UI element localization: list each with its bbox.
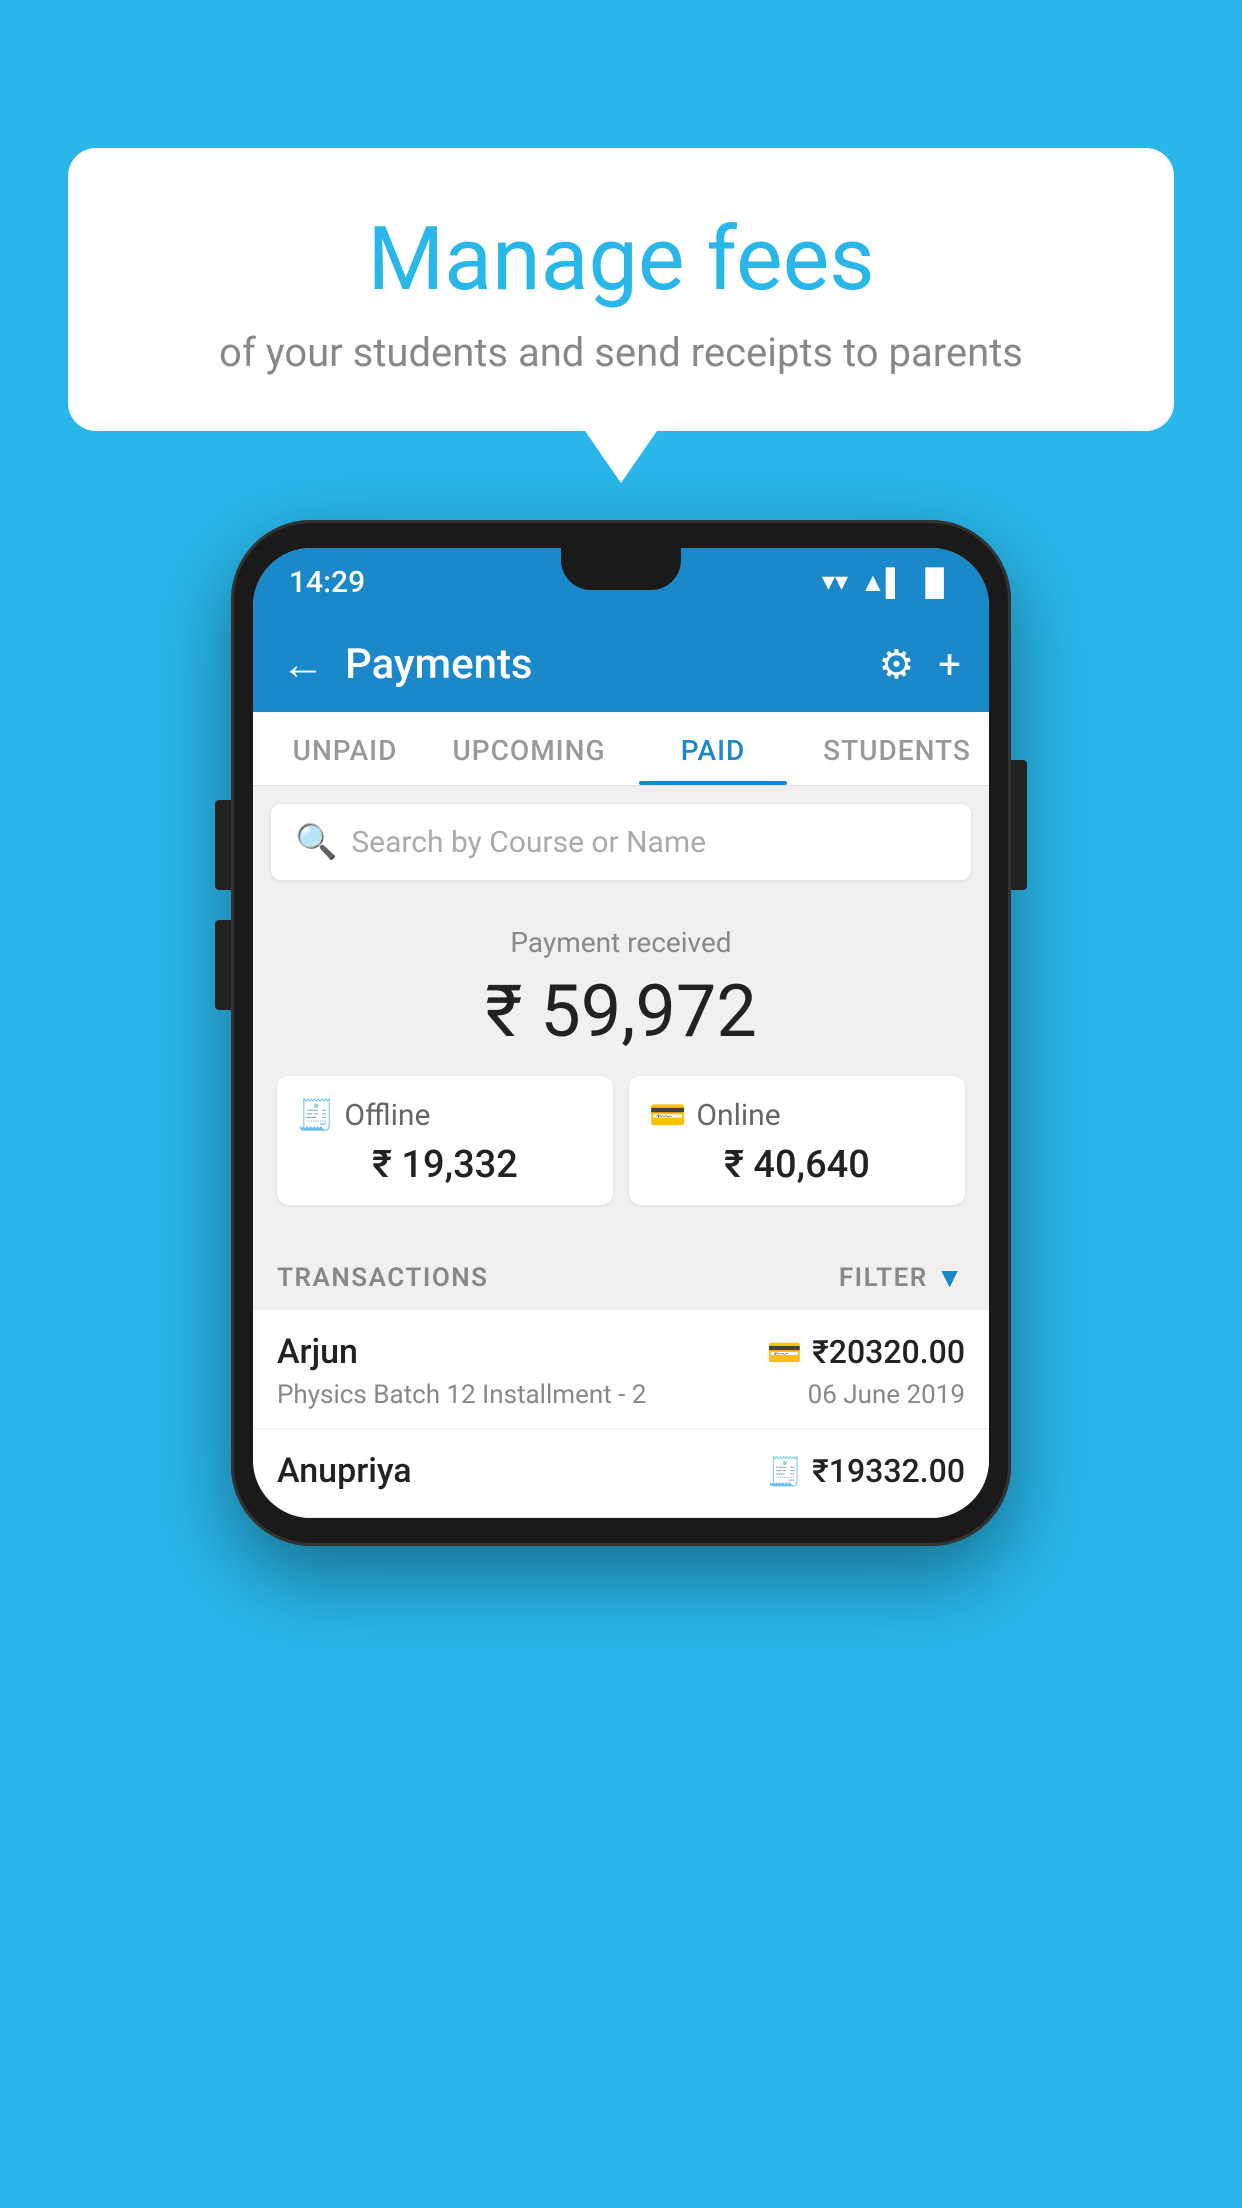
status-icons: ▾▾ ▲▌ ▐▌ [822,567,953,598]
transaction-course: Physics Batch 12 Installment - 2 [277,1380,646,1410]
notch [561,548,681,590]
filter-label: FILTER [839,1263,928,1293]
tab-students[interactable]: STUDENTS [805,712,989,785]
filter-button[interactable]: FILTER ▼ [839,1261,965,1294]
payment-summary: Payment received ₹ 59,972 🧾 Offline ₹ 19… [253,898,989,1245]
tab-bar: UNPAID UPCOMING PAID STUDENTS [253,712,989,786]
offline-card: 🧾 Offline ₹ 19,332 [277,1076,613,1205]
status-bar: 14:29 ▾▾ ▲▌ ▐▌ [253,548,989,616]
offline-label: Offline [344,1098,430,1133]
payment-cards: 🧾 Offline ₹ 19,332 💳 Online ₹ 40,640 [277,1076,965,1225]
offline-amount: ₹ 19,332 [297,1143,593,1187]
transaction-amount-wrap: 🧾 ₹19332.00 [767,1452,965,1490]
tab-unpaid[interactable]: UNPAID [253,712,437,785]
signal-icon: ▲▌ [860,567,904,598]
tab-upcoming[interactable]: UPCOMING [437,712,621,785]
table-row[interactable]: Anupriya 🧾 ₹19332.00 [253,1429,989,1518]
bubble-title: Manage fees [128,208,1114,311]
transaction-amount: ₹20320.00 [812,1333,965,1371]
table-row[interactable]: Arjun 💳 ₹20320.00 Physics Batch 12 Insta… [253,1310,989,1429]
transaction-amount: ₹19332.00 [812,1452,965,1490]
transaction-name: Anupriya [277,1451,412,1491]
phone-screen: 14:29 ▾▾ ▲▌ ▐▌ ← Payments ⚙ + UNPAID U [253,548,989,1518]
transactions-header: TRANSACTIONS FILTER ▼ [253,1245,989,1310]
online-icon: 💳 [649,1098,686,1133]
app-bar-actions: ⚙ + [878,641,961,688]
online-card: 💳 Online ₹ 40,640 [629,1076,965,1205]
online-card-header: 💳 Online [649,1098,945,1133]
add-icon[interactable]: + [938,641,961,688]
tab-paid[interactable]: PAID [621,712,805,785]
bubble-subtitle: of your students and send receipts to pa… [128,329,1114,376]
search-icon: 🔍 [295,822,337,862]
speech-bubble: Manage fees of your students and send re… [68,148,1174,431]
transactions-label: TRANSACTIONS [277,1263,489,1293]
payment-mode-icon: 🧾 [767,1455,802,1488]
online-amount: ₹ 40,640 [649,1143,945,1187]
online-label: Online [696,1098,780,1133]
search-placeholder: Search by Course or Name [351,825,706,860]
phone-outer: 14:29 ▾▾ ▲▌ ▐▌ ← Payments ⚙ + UNPAID U [231,520,1011,1546]
filter-icon: ▼ [936,1261,965,1294]
app-bar-title: Payments [345,640,858,689]
search-container: 🔍 Search by Course or Name [253,786,989,898]
transaction-date: 06 June 2019 [808,1380,965,1410]
transaction-name: Arjun [277,1332,358,1372]
phone-mockup: 14:29 ▾▾ ▲▌ ▐▌ ← Payments ⚙ + UNPAID U [231,520,1011,1546]
payment-mode-icon: 💳 [767,1336,802,1369]
payment-received-label: Payment received [277,926,965,959]
payment-total-amount: ₹ 59,972 [277,969,965,1054]
settings-icon[interactable]: ⚙ [878,641,914,688]
offline-card-header: 🧾 Offline [297,1098,593,1133]
wifi-icon: ▾▾ [822,567,848,597]
speech-bubble-container: Manage fees of your students and send re… [68,148,1174,431]
back-button[interactable]: ← [281,638,325,690]
search-bar[interactable]: 🔍 Search by Course or Name [271,804,971,880]
battery-icon: ▐▌ [916,567,953,598]
transaction-amount-wrap: 💳 ₹20320.00 [767,1333,965,1371]
offline-icon: 🧾 [297,1098,334,1133]
status-time: 14:29 [289,565,365,600]
app-bar: ← Payments ⚙ + [253,616,989,712]
